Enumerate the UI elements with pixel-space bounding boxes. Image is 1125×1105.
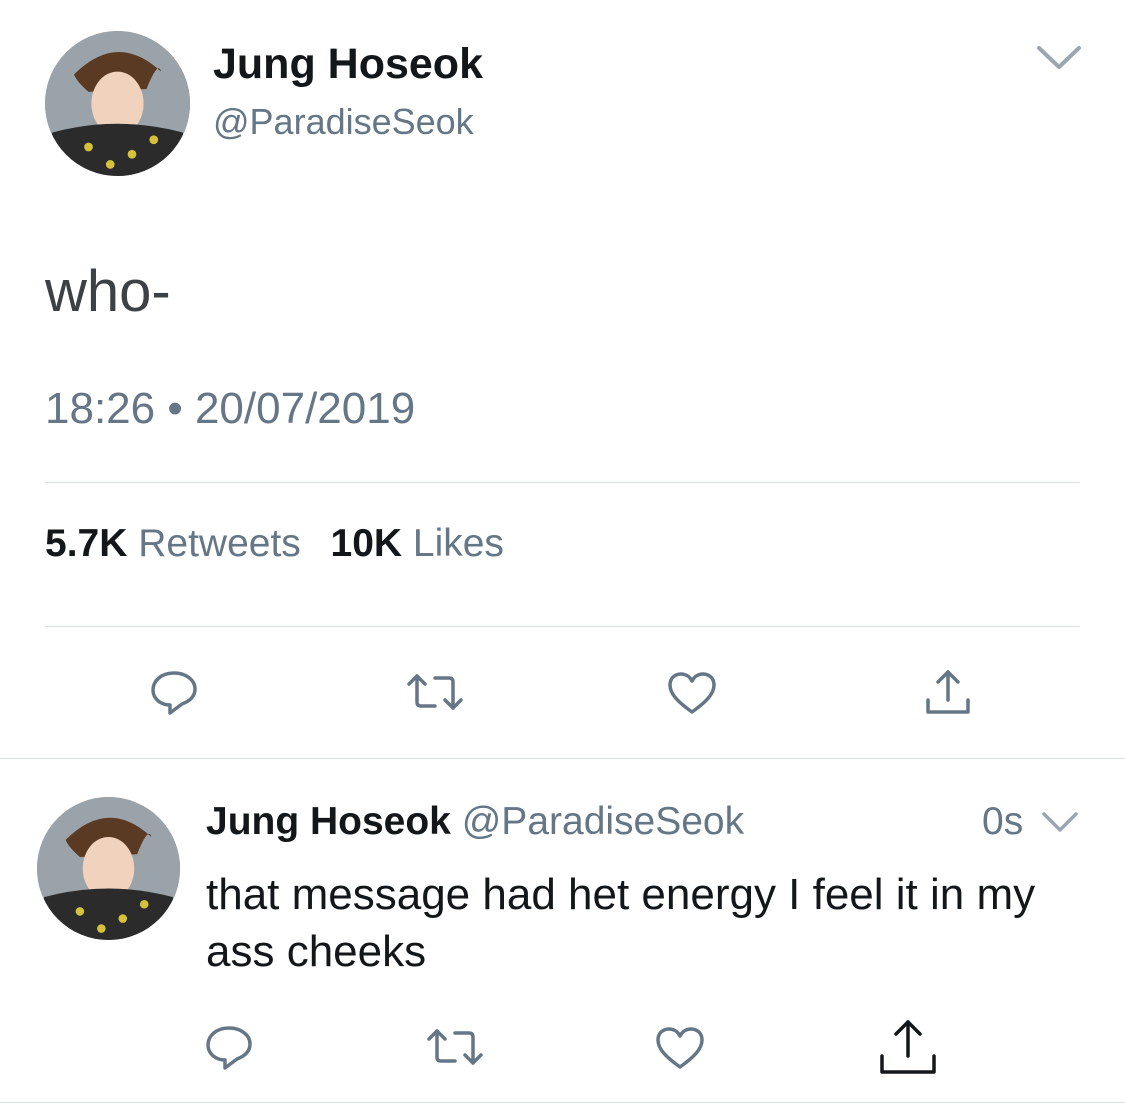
divider <box>45 626 1080 627</box>
retweet-icon[interactable] <box>425 1025 485 1069</box>
reply-author-name[interactable]: Jung Hoseok <box>206 800 451 843</box>
section-divider <box>0 758 1125 759</box>
main-handle[interactable]: @ParadiseSeok <box>213 100 474 144</box>
divider <box>45 482 1080 483</box>
retweets-count[interactable]: 5.7K <box>45 522 127 565</box>
chevron-down-icon[interactable] <box>1040 808 1080 836</box>
bottom-divider <box>0 1102 1125 1103</box>
reply-time-ago[interactable]: 0s <box>982 798 1023 846</box>
like-icon[interactable] <box>666 670 718 716</box>
retweets-label[interactable]: Retweets <box>138 522 301 565</box>
main-avatar[interactable] <box>45 31 190 176</box>
reply-icon[interactable] <box>203 1023 255 1071</box>
avatar-photo <box>45 31 190 176</box>
reply-header: Jung Hoseok @ParadiseSeok <box>206 798 744 846</box>
main-tweet-text: who- <box>45 259 171 324</box>
chevron-down-icon[interactable] <box>1034 40 1084 74</box>
main-author-name[interactable]: Jung Hoseok <box>213 38 483 90</box>
main-timestamp[interactable]: 18:26 • 20/07/2019 <box>45 384 415 434</box>
share-icon[interactable] <box>921 666 975 718</box>
share-icon[interactable] <box>876 1016 940 1078</box>
reply-handle[interactable]: @ParadiseSeok <box>462 800 744 843</box>
reply-tweet-text: that message had het energy I feel it in… <box>206 870 1036 976</box>
reply-icon[interactable] <box>148 668 200 716</box>
retweet-icon[interactable] <box>405 670 465 714</box>
like-icon[interactable] <box>654 1025 706 1071</box>
engagement-stats: 5.7K Retweets 10K Likes <box>45 520 504 568</box>
likes-count[interactable]: 10K <box>331 522 403 565</box>
avatar-photo <box>37 797 180 940</box>
reply-avatar[interactable] <box>37 797 180 940</box>
likes-label[interactable]: Likes <box>413 522 504 565</box>
